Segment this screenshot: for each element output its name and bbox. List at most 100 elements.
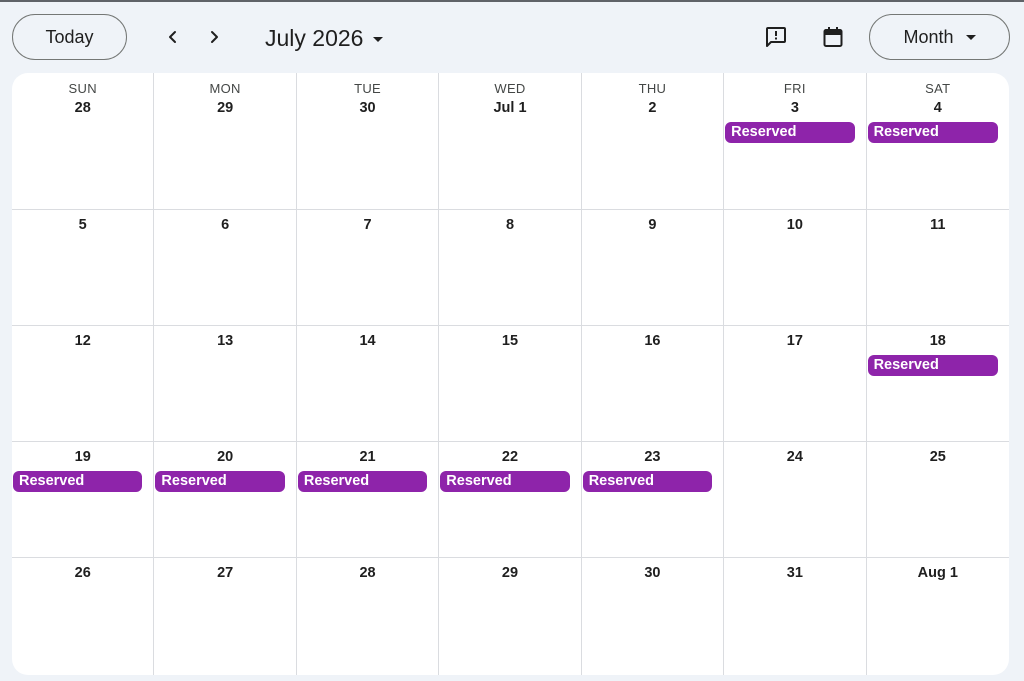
view-selector-label: Month: [903, 26, 954, 47]
date-number[interactable]: 30: [582, 565, 723, 581]
date-number[interactable]: 27: [154, 565, 295, 581]
weekday-label: SAT: [925, 81, 951, 96]
date-number[interactable]: 15: [439, 333, 580, 349]
day-cell[interactable]: 28: [297, 558, 440, 675]
day-cell[interactable]: 12: [12, 326, 155, 441]
day-cell[interactable]: 9: [582, 210, 725, 325]
day-cell[interactable]: 24: [724, 442, 867, 557]
date-number[interactable]: 5: [12, 217, 153, 233]
caret-down-icon: [373, 36, 384, 42]
date-number[interactable]: 2: [582, 100, 723, 116]
day-cell[interactable]: WED Jul 1: [439, 73, 582, 209]
date-number[interactable]: 17: [724, 333, 865, 349]
view-selector-button[interactable]: Month: [869, 14, 1010, 60]
date-number[interactable]: Aug 1: [867, 565, 1009, 581]
date-number[interactable]: 22: [439, 449, 580, 465]
date-number[interactable]: 10: [724, 217, 865, 233]
day-cell[interactable]: 22 Reserved: [439, 442, 582, 557]
weekday-label: THU: [638, 81, 667, 96]
date-number[interactable]: 29: [154, 100, 295, 116]
today-button[interactable]: Today: [12, 14, 127, 60]
event-chip[interactable]: Reserved: [297, 471, 428, 492]
feedback-icon: [766, 27, 786, 47]
day-cell[interactable]: 30: [582, 558, 725, 675]
date-number[interactable]: 30: [297, 100, 438, 116]
date-number[interactable]: 3: [724, 100, 865, 116]
next-month-button[interactable]: [198, 21, 230, 53]
month-title: July 2026: [265, 24, 364, 51]
date-number[interactable]: 28: [12, 100, 153, 116]
event-chip[interactable]: Reserved: [13, 471, 143, 492]
event-chip[interactable]: Reserved: [867, 355, 998, 376]
day-cell[interactable]: THU 2: [582, 73, 725, 209]
week-row: SUN 28 MON 29 TUE 30 WED Jul 1 THU 2 FRI 3 Reserved S…: [12, 73, 1009, 210]
weekday-label: SUN: [68, 81, 97, 96]
day-cell[interactable]: 17: [724, 326, 867, 441]
date-number[interactable]: Jul 1: [439, 100, 580, 116]
date-number[interactable]: 12: [12, 333, 153, 349]
day-cell[interactable]: FRI 3 Reserved: [724, 73, 867, 209]
day-cell[interactable]: 21 Reserved: [297, 442, 440, 557]
day-cell[interactable]: 13: [154, 326, 297, 441]
day-cell[interactable]: Aug 1: [867, 558, 1009, 675]
day-cell[interactable]: SAT 4 Reserved: [867, 73, 1009, 209]
date-number[interactable]: 8: [439, 217, 580, 233]
day-cell[interactable]: 29: [439, 558, 582, 675]
date-number[interactable]: 7: [297, 217, 438, 233]
day-cell[interactable]: 15: [439, 326, 582, 441]
day-cell[interactable]: 19 Reserved: [12, 442, 155, 557]
weekday-label: MON: [209, 81, 241, 96]
date-number[interactable]: 11: [867, 217, 1009, 233]
day-cell[interactable]: 20 Reserved: [154, 442, 297, 557]
day-cell[interactable]: SUN 28: [12, 73, 155, 209]
event-chip[interactable]: Reserved: [725, 122, 855, 143]
day-cell[interactable]: 6: [154, 210, 297, 325]
month-grid: SUN 28 MON 29 TUE 30 WED Jul 1 THU 2 FRI 3 Reserved S…: [12, 73, 1009, 675]
day-cell[interactable]: 25: [867, 442, 1009, 557]
event-chip[interactable]: Reserved: [867, 122, 998, 143]
day-cell[interactable]: 31: [724, 558, 867, 675]
date-number[interactable]: 29: [439, 565, 580, 581]
event-chip[interactable]: Reserved: [155, 471, 285, 492]
date-number[interactable]: 20: [154, 449, 295, 465]
date-number[interactable]: 4: [867, 100, 1009, 116]
date-number[interactable]: 18: [867, 333, 1009, 349]
event-chip[interactable]: Reserved: [582, 471, 713, 492]
day-cell[interactable]: 27: [154, 558, 297, 675]
date-number[interactable]: 23: [582, 449, 723, 465]
day-cell[interactable]: 16: [582, 326, 725, 441]
month-picker[interactable]: July 2026: [265, 24, 384, 52]
day-cell[interactable]: 11: [867, 210, 1009, 325]
date-number[interactable]: 28: [297, 565, 438, 581]
date-number[interactable]: 9: [582, 217, 723, 233]
calendar-view-button[interactable]: [818, 22, 848, 52]
day-cell[interactable]: 10: [724, 210, 867, 325]
event-chip[interactable]: Reserved: [440, 471, 570, 492]
day-cell[interactable]: 14: [297, 326, 440, 441]
date-number[interactable]: 25: [867, 449, 1009, 465]
day-cell[interactable]: 5: [12, 210, 155, 325]
date-number[interactable]: 13: [154, 333, 295, 349]
date-number[interactable]: 14: [297, 333, 438, 349]
date-number[interactable]: 6: [154, 217, 295, 233]
weekday-label: FRI: [783, 81, 806, 96]
date-number[interactable]: 31: [724, 565, 865, 581]
date-number[interactable]: 21: [297, 449, 438, 465]
day-cell[interactable]: MON 29: [154, 73, 297, 209]
date-number[interactable]: 24: [724, 449, 865, 465]
date-number[interactable]: 19: [12, 449, 153, 465]
week-row: 5 6 7 8 9 10 11: [12, 210, 1009, 326]
calendar-icon: [823, 27, 843, 47]
day-cell[interactable]: 7: [297, 210, 440, 325]
day-cell[interactable]: 26: [12, 558, 155, 675]
day-cell[interactable]: TUE 30: [297, 73, 440, 209]
week-row: 19 Reserved 20 Reserved 21 Reserved 22 Reserved…: [12, 442, 1009, 558]
previous-month-button[interactable]: [157, 21, 189, 53]
date-number[interactable]: 26: [12, 565, 153, 581]
weekday-label: WED: [494, 81, 526, 96]
day-cell[interactable]: 23 Reserved: [582, 442, 725, 557]
date-number[interactable]: 16: [582, 333, 723, 349]
day-cell[interactable]: 18 Reserved: [867, 326, 1009, 441]
day-cell[interactable]: 8: [439, 210, 582, 325]
feedback-button[interactable]: [761, 22, 791, 52]
